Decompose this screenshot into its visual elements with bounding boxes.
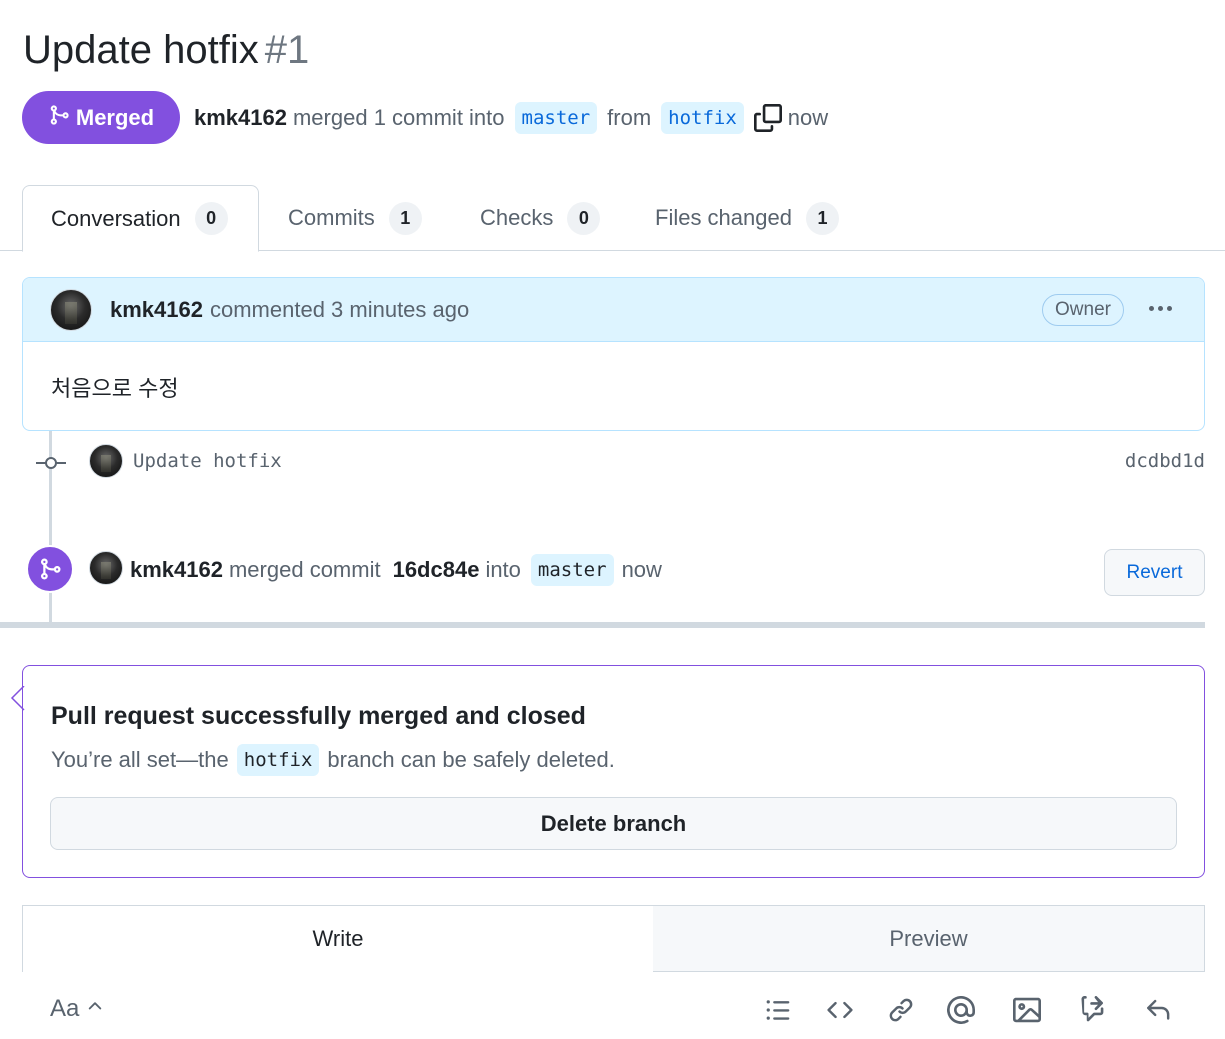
pr-number: #1 — [264, 28, 310, 72]
tab-preview[interactable]: Preview — [653, 906, 1205, 972]
pr-title: Update hotfix — [23, 28, 259, 72]
chevron-up-icon — [79, 995, 105, 1023]
text-format-label: Aa — [50, 995, 80, 1022]
comment-author-link[interactable]: kmk4162 — [110, 297, 203, 323]
commit-message-link[interactable]: Update hotfix — [133, 450, 282, 472]
tab-counter: 1 — [388, 201, 422, 235]
git-merge-icon — [26, 545, 74, 593]
merge-commit-sha-link[interactable]: 16dc84e — [393, 557, 480, 583]
owner-label: Owner — [1055, 299, 1111, 320]
delete-branch-button[interactable]: Delete branch — [50, 797, 1177, 850]
avatar[interactable] — [89, 444, 123, 478]
comment-header: kmk4162 commented 3 minutes ago Owner — [23, 278, 1204, 342]
timeline-break — [0, 622, 1205, 628]
pr-author-link[interactable]: kmk4162 — [194, 105, 287, 131]
timeline-commit: Update hotfix dcdbd1d — [0, 440, 1225, 486]
base-branch-link[interactable]: master — [514, 101, 598, 134]
pr-time: now — [787, 104, 829, 130]
merged-status-title: Pull request successfully merged and clo… — [51, 702, 586, 730]
tab-label: Commits — [288, 205, 375, 230]
tab-label: Conversation — [51, 205, 181, 231]
merged-state-label: Merged — [75, 104, 155, 130]
pr-tabs: Conversation 0 Commits 1 Checks 0 Files … — [0, 185, 1225, 252]
hotfix-branch-link[interactable]: hotfix — [236, 744, 320, 776]
link-icon[interactable] — [886, 995, 916, 1025]
comment-box: kmk4162 commented 3 minutes ago Owner 처음… — [22, 277, 1205, 431]
from-text: from — [607, 104, 652, 130]
tab-conversation[interactable]: Conversation 0 — [22, 185, 259, 252]
mention-icon[interactable] — [946, 995, 976, 1025]
pr-meta: Merged kmk4162 merged 1 commit into mast… — [22, 91, 828, 144]
tab-counter: 1 — [805, 201, 839, 235]
avatar[interactable] — [89, 551, 123, 585]
git-merge-icon — [48, 103, 76, 133]
merge-branch-link[interactable]: master — [530, 554, 614, 586]
text-format-button[interactable]: Aa — [50, 995, 105, 1023]
page-title: Update hotfix #1 — [23, 28, 309, 73]
tab-checks[interactable]: Checks 0 — [480, 185, 601, 251]
cross-reference-icon[interactable] — [1077, 995, 1107, 1025]
code-icon[interactable] — [825, 995, 855, 1025]
markdown-toolbar: Aa — [22, 985, 1205, 1035]
tab-write[interactable]: Write — [22, 906, 654, 972]
owner-badge: Owner — [1042, 294, 1124, 326]
comment-editor-tabs: Write Preview — [22, 905, 1205, 972]
merge-author-link[interactable]: kmk4162 — [130, 557, 223, 583]
merge-time[interactable]: now — [622, 557, 662, 583]
reply-icon[interactable] — [1143, 995, 1173, 1025]
tab-label: Checks — [480, 205, 554, 230]
tab-counter: 0 — [194, 202, 228, 235]
timeline-merge-event: kmk4162 merged commit 16dc84e into maste… — [0, 544, 1225, 596]
merged-status-subtitle: You’re all set—the hotfix branch can be … — [51, 744, 615, 776]
merged-sub-before: You’re all set—the — [51, 747, 229, 772]
merge-event-text: kmk4162 merged commit 16dc84e into maste… — [130, 554, 662, 586]
merged-commit-text: merged 1 commit into — [292, 104, 505, 130]
head-branch-link[interactable]: hotfix — [661, 101, 744, 134]
avatar[interactable] — [50, 288, 92, 331]
tab-counter: 0 — [567, 201, 601, 235]
commit-sha-link[interactable]: dcdbd1d — [1125, 450, 1205, 472]
merge-text-2: into — [485, 557, 521, 582]
merge-text-1: merged commit — [228, 557, 381, 582]
merged-sub-after: branch can be safely deleted. — [327, 747, 615, 772]
comment-timestamp[interactable]: commented 3 minutes ago — [210, 297, 469, 323]
tab-files-changed[interactable]: Files changed 1 — [655, 185, 839, 251]
comment-body: 처음으로 수정 — [51, 376, 179, 401]
image-icon[interactable] — [1012, 995, 1042, 1025]
git-commit-icon — [36, 456, 66, 475]
revert-button[interactable]: Revert — [1104, 549, 1205, 596]
tab-commits[interactable]: Commits 1 — [288, 185, 422, 251]
tab-label: Files changed — [655, 205, 792, 230]
merged-state-badge: Merged — [22, 91, 180, 144]
copy-icon[interactable] — [753, 103, 782, 132]
list-icon[interactable] — [763, 995, 793, 1025]
merged-status-box: Pull request successfully merged and clo… — [22, 665, 1205, 878]
kebab-icon[interactable] — [1149, 306, 1172, 311]
